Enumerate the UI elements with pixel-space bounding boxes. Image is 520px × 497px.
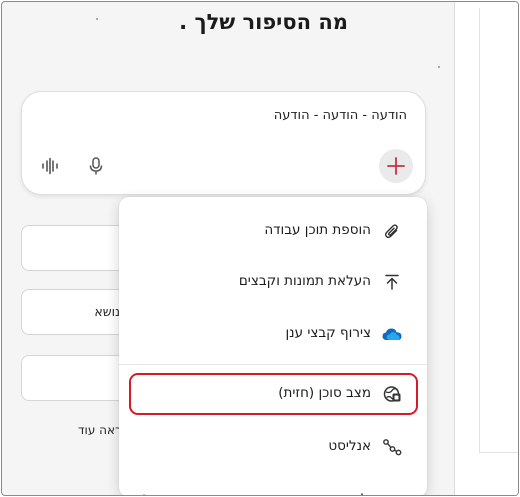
menu-item-attach-cloud-files[interactable]: צירוף קבצי ענן xyxy=(119,312,427,356)
app-window: מה הסיפור שלך . הודעה - הודעה - הודעה נו… xyxy=(1,1,519,496)
attach-menu: הוספת תוכן עבודה העלאת תמונות וקבצים ציר… xyxy=(119,197,427,495)
side-panel-divider xyxy=(479,8,480,453)
voice-waveform-icon[interactable] xyxy=(39,155,61,177)
suggestion-card[interactable] xyxy=(21,225,135,271)
selection-highlight xyxy=(129,373,418,415)
composer-input[interactable]: הודעה - הודעה - הודעה xyxy=(274,108,407,123)
upload-icon xyxy=(381,271,403,293)
paperclip-icon xyxy=(381,220,403,242)
artifact-dot xyxy=(96,18,98,20)
artifact-dot xyxy=(438,66,440,68)
menu-item-upload-images-files[interactable]: העלאת תמונות וקבצים xyxy=(119,260,427,304)
analyst-icon xyxy=(381,436,403,458)
menu-overflow-row xyxy=(119,487,427,495)
side-panel-bottom-divider xyxy=(479,452,518,453)
see-more-link[interactable]: ראה עוד xyxy=(78,423,122,437)
add-button[interactable] xyxy=(379,149,413,183)
plus-icon xyxy=(387,157,405,175)
menu-item-label: צירוף קבצי ענן xyxy=(285,325,372,341)
menu-divider xyxy=(119,364,427,365)
side-panel xyxy=(454,2,518,495)
suggestion-card-label: נושא xyxy=(94,304,120,319)
microphone-icon[interactable] xyxy=(85,155,107,177)
suggestion-card[interactable]: נושא xyxy=(21,289,135,335)
menu-item-label: העלאת תמונות וקבצים xyxy=(238,273,371,289)
page-title: מה הסיפור שלך . xyxy=(179,10,348,34)
cloud-icon xyxy=(381,323,403,345)
menu-item-label: אנליסט xyxy=(328,438,371,454)
menu-item-add-work-content[interactable]: הוספת תוכן עבודה xyxy=(119,209,427,253)
suggestion-card[interactable] xyxy=(21,355,135,401)
menu-item-label: הוספת תוכן עבודה xyxy=(264,222,371,238)
menu-item-analyst[interactable]: אנליסט xyxy=(119,425,427,469)
message-composer[interactable]: הודעה - הודעה - הודעה xyxy=(21,91,426,195)
